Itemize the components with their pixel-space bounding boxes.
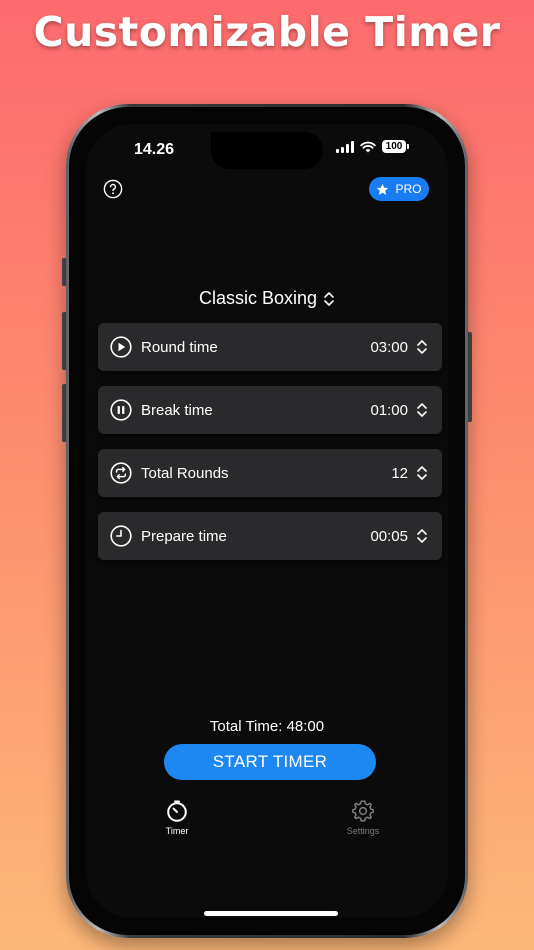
break-time-row[interactable]: Break time 01:00 [98,386,442,434]
preset-name: Classic Boxing [198,288,318,308]
start-timer-button[interactable]: START TIMER [164,744,376,780]
timer-icon [167,800,187,822]
play-circle-icon [110,336,132,358]
wifi-icon [360,141,376,152]
tab-timer[interactable]: Timer [147,799,207,836]
repeat-circle-icon [110,462,132,484]
tab-settings-label: Settings [346,826,380,836]
pause-circle-icon [110,399,132,421]
chevron-up-down-icon [417,403,427,417]
signal-icon [336,140,354,153]
dynamic-island [211,132,323,169]
tab-settings[interactable]: Settings [333,799,393,836]
home-indicator [204,911,338,916]
round-time-label: Round time [141,338,218,356]
question-circle-icon[interactable] [103,179,123,199]
total-rounds-label: Total Rounds [141,464,229,482]
break-time-label: Break time [141,401,213,419]
star-icon [377,183,389,195]
headline: Customizable Timer [33,8,501,56]
total-rounds-row[interactable]: Total Rounds 12 [98,449,442,497]
prepare-time-row[interactable]: Prepare time 00:05 [98,512,442,560]
break-time-value: 01:00 [370,401,408,419]
gear-icon [352,800,374,822]
preset-selector[interactable]: Classic Boxing [86,288,448,309]
clock-icon [110,525,132,547]
chevron-up-down-icon [417,529,427,543]
round-time-value: 03:00 [370,338,408,356]
pro-button[interactable]: PRO [369,177,429,201]
app-screen: 14.26 100 PRO Classic Boxing Round time … [86,124,448,918]
tab-timer-label: Timer [165,826,189,836]
status-icons: 100 [336,140,409,153]
total-time-text: Total Time: 48:00 [209,718,325,735]
status-time: 14.26 [134,141,175,158]
round-time-row[interactable]: Round time 03:00 [98,323,442,371]
pro-label: PRO [395,182,422,196]
phone-frame: 14.26 100 PRO Classic Boxing Round time … [66,104,468,938]
chevron-up-down-icon [417,466,427,480]
total-rounds-value: 12 [391,464,408,482]
prepare-time-label: Prepare time [141,527,227,545]
chevron-up-down-icon [417,340,427,354]
chevron-up-down-icon [324,291,334,306]
prepare-time-value: 00:05 [370,527,408,545]
battery-icon: 100 [382,140,409,153]
